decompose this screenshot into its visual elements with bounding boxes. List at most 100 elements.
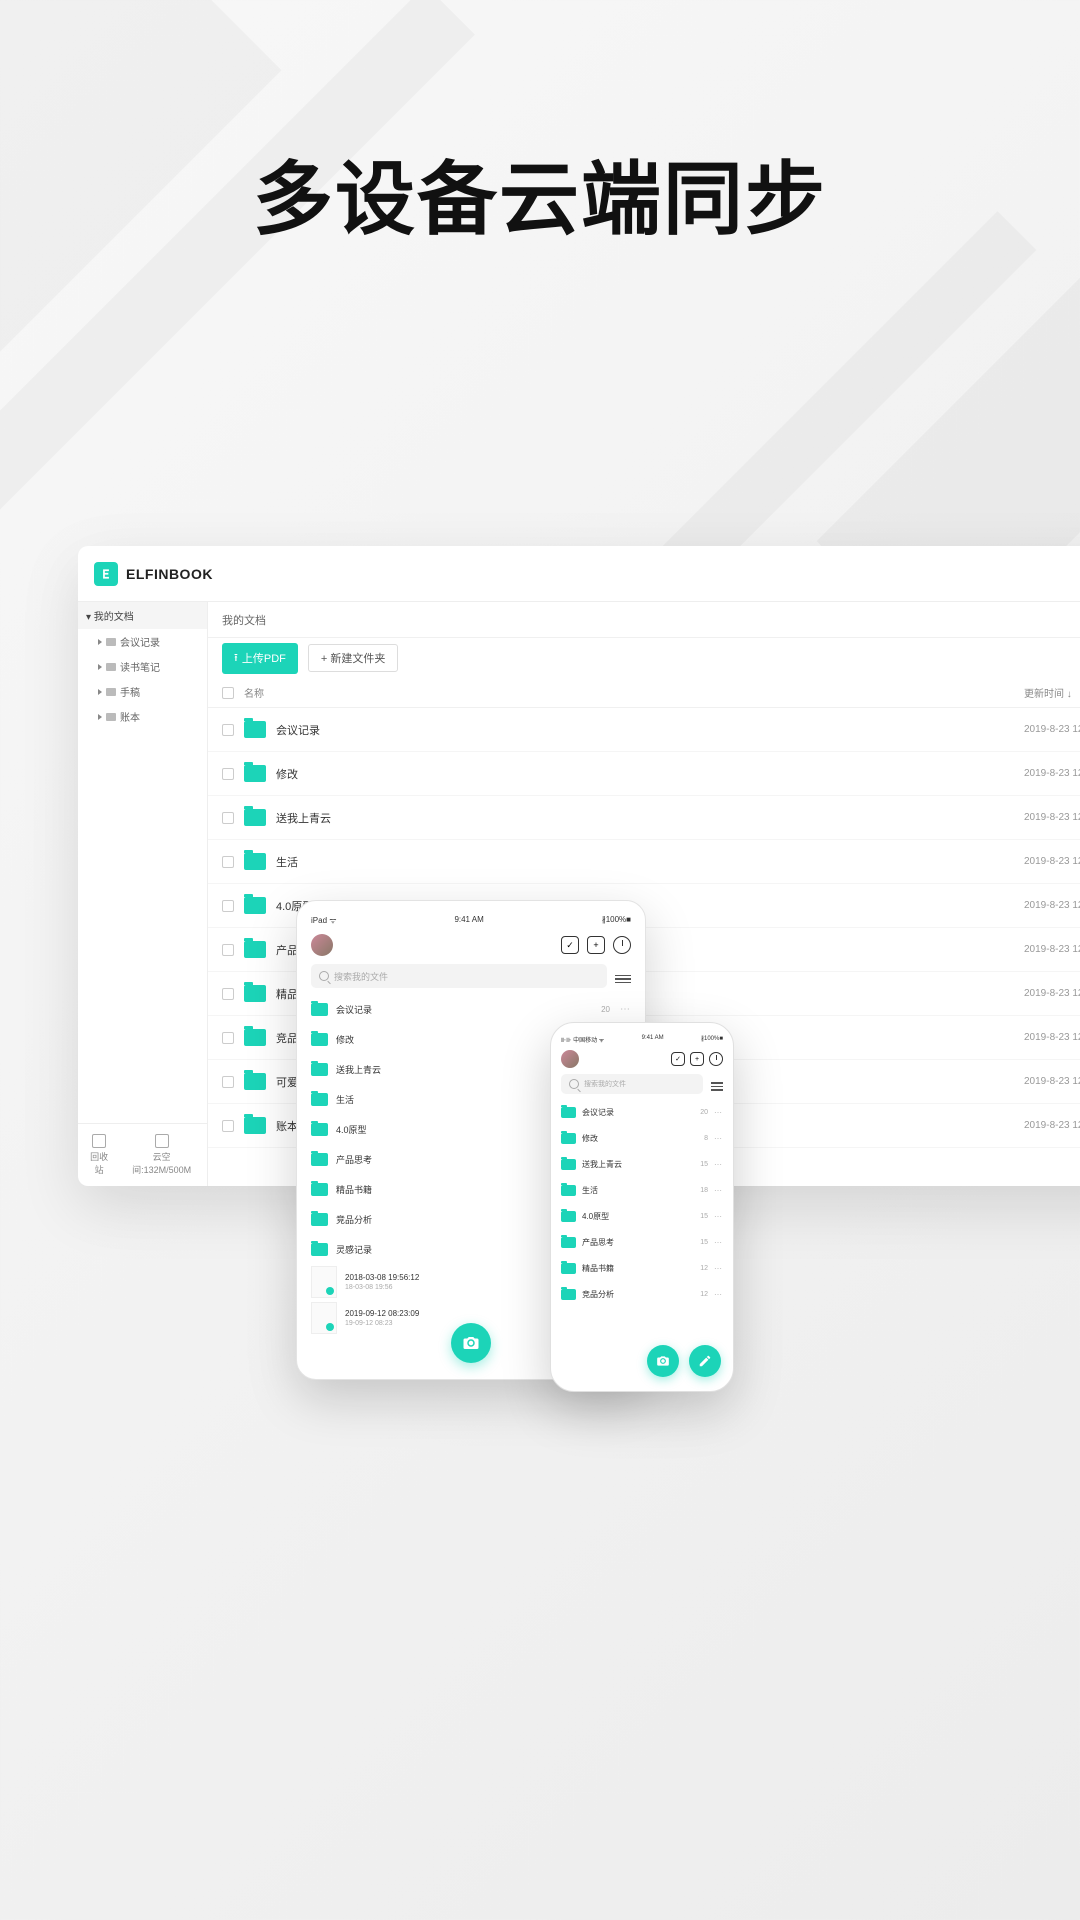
folder-icon [244,721,266,738]
history-icon[interactable] [709,1052,723,1066]
more-icon[interactable]: ⋯ [714,1212,723,1221]
folder-icon [561,1185,576,1196]
table-row[interactable]: 送我上青云2019-8-23 12:01:23 [208,796,1080,840]
more-icon[interactable]: ⋯ [714,1264,723,1273]
folder-icon [244,853,266,870]
list-item[interactable]: 竞品分析12⋯ [561,1281,723,1307]
row-checkbox[interactable] [222,1032,234,1044]
add-icon[interactable]: + [587,936,605,954]
more-icon[interactable]: ⋯ [714,1238,723,1247]
list-item[interactable]: 会议记录20⋯ [561,1099,723,1125]
folder-icon [561,1211,576,1222]
search-icon [319,971,329,981]
list-item[interactable]: 会议记录20⋯ [311,994,631,1024]
table-row[interactable]: 生活2019-8-23 12:01:23 [208,840,1080,884]
row-checkbox[interactable] [222,1120,234,1132]
search-input[interactable]: 搜索我的文件 [561,1074,703,1094]
folder-icon [561,1133,576,1144]
check-icon[interactable]: ✓ [671,1052,685,1066]
more-icon[interactable]: ⋯ [620,1004,631,1015]
folder-icon [244,941,266,958]
toolbar: ⭱ 上传PDF + 新建文件夹 [208,638,1080,678]
folder-icon [311,1003,328,1016]
camera-fab[interactable] [647,1345,679,1377]
folder-icon [244,1029,266,1046]
table-header: 名称 更新时间 ↓ [208,678,1080,708]
folder-icon [311,1243,328,1256]
camera-fab[interactable] [451,1323,491,1363]
tablet-status-bar: iPad ᯤ 9:41 AM ∦100%■ [311,915,631,926]
table-row[interactable]: 修改2019-8-23 12:01:23 [208,752,1080,796]
sidebar-item[interactable]: 手稿 [78,679,207,704]
trash-icon [92,1134,106,1148]
folder-icon [561,1159,576,1170]
more-icon[interactable]: ⋯ [714,1108,723,1117]
new-folder-button[interactable]: + 新建文件夹 [308,644,398,672]
sidebar-item[interactable]: 账本 [78,704,207,729]
list-item[interactable]: 送我上青云15⋯ [561,1151,723,1177]
sidebar-item[interactable]: 读书笔记 [78,654,207,679]
trash-link[interactable]: 回收站 [86,1134,112,1176]
more-icon[interactable]: ⋯ [714,1160,723,1169]
folder-icon [244,1117,266,1134]
upload-icon: ⭱ [234,649,238,668]
row-checkbox[interactable] [222,768,234,780]
folder-icon [311,1123,328,1136]
upload-pdf-button[interactable]: ⭱ 上传PDF [222,643,298,674]
row-checkbox[interactable] [222,944,234,956]
list-item[interactable]: 4.0原型15⋯ [561,1203,723,1229]
cloud-icon [155,1134,169,1148]
sidebar-root[interactable]: ▾ 我的文档 [78,602,207,629]
list-item[interactable]: 生活18⋯ [561,1177,723,1203]
more-icon[interactable]: ⋯ [714,1186,723,1195]
check-icon[interactable]: ✓ [561,936,579,954]
avatar[interactable] [561,1050,579,1068]
brand-name: ELFINBOOK [126,566,213,582]
row-checkbox[interactable] [222,812,234,824]
folder-icon [311,1153,328,1166]
history-icon[interactable] [613,936,631,954]
document-thumbnail-icon [311,1266,337,1298]
folder-icon [311,1063,328,1076]
folder-icon [561,1107,576,1118]
list-item[interactable]: 产品思考15⋯ [561,1229,723,1255]
menu-icon[interactable] [711,1080,723,1093]
avatar[interactable] [311,934,333,956]
folder-icon [244,809,266,826]
hero-title: 多设备云端同步 [0,135,1080,251]
folder-icon [311,1213,328,1226]
brand-logo-icon [94,562,118,586]
select-all-checkbox[interactable] [222,687,234,699]
phone-status-bar: ⊪⊪ 中国移动 ᯤ 9:41 AM ∦100%■ [561,1035,723,1044]
folder-icon [311,1093,328,1106]
row-checkbox[interactable] [222,1076,234,1088]
row-checkbox[interactable] [222,900,234,912]
desktop-sidebar: ▾ 我的文档 会议记录读书笔记手稿账本 回收站 云空间:132M/500M [78,602,208,1186]
folder-icon [311,1183,328,1196]
folder-icon [311,1033,328,1046]
document-thumbnail-icon [311,1302,337,1334]
breadcrumb: 我的文档 [208,602,1080,638]
menu-icon[interactable] [615,973,631,986]
add-icon[interactable]: + [690,1052,704,1066]
more-icon[interactable]: ⋯ [714,1134,723,1143]
list-item[interactable]: 精品书籍12⋯ [561,1255,723,1281]
desktop-header: ELFINBOOK [78,546,1080,602]
sidebar-item[interactable]: 会议记录 [78,629,207,654]
more-icon[interactable]: ⋯ [714,1290,723,1299]
table-row[interactable]: 会议记录2019-8-23 12:01:23 [208,708,1080,752]
list-item[interactable]: 修改8⋯ [561,1125,723,1151]
row-checkbox[interactable] [222,724,234,736]
phone-device: ⊪⊪ 中国移动 ᯤ 9:41 AM ∦100%■ ✓ + 搜索我的文件 会议记录… [550,1022,734,1392]
row-checkbox[interactable] [222,856,234,868]
edit-fab[interactable] [689,1345,721,1377]
column-time[interactable]: 更新时间 ↓ [1024,685,1080,700]
cloud-usage: 云空间:132M/500M [124,1134,199,1176]
folder-icon [561,1237,576,1248]
folder-icon [561,1289,576,1300]
row-checkbox[interactable] [222,988,234,1000]
folder-icon [244,985,266,1002]
search-input[interactable]: 搜索我的文件 [311,964,607,988]
column-name[interactable]: 名称 [244,685,1024,700]
folder-icon [244,765,266,782]
